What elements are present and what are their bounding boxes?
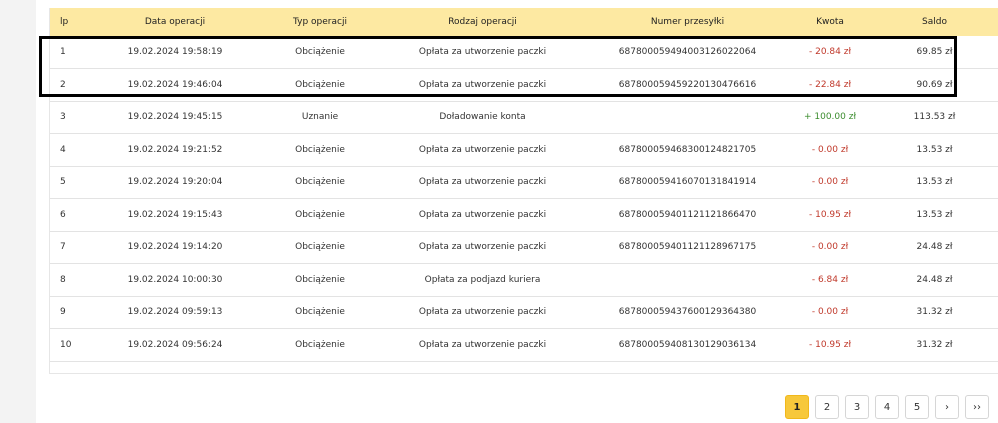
cell-kind: Opłata za utworzenie paczki	[418, 79, 547, 90]
cell-date: 19.02.2024 19:20:04	[127, 177, 223, 188]
cell-kind: Opłata za utworzenie paczki	[418, 209, 547, 220]
cell-amount: - 22.84 zł	[808, 79, 852, 90]
header-lp[interactable]: lp	[50, 8, 90, 36]
cell-lp: 4	[60, 144, 66, 155]
cell-amount: - 0.00 zł	[811, 177, 849, 188]
cell-amount: - 0.00 zł	[811, 144, 849, 155]
cell-type: Obciążenie	[295, 177, 345, 188]
cell-balance: 31.32 zł	[916, 339, 953, 350]
cell-kind: Opłata za utworzenie paczki	[418, 177, 547, 188]
header-amount[interactable]: Kwota	[790, 8, 870, 36]
cell-date: 19.02.2024 09:56:24	[127, 339, 223, 350]
header-tracking[interactable]: Numer przesyłki	[585, 8, 790, 36]
header-date[interactable]: Data operacji	[90, 8, 260, 36]
cell-kind: Doładowanie konta	[439, 112, 526, 123]
table-row[interactable]: 5 19.02.2024 19:20:04 Obciążenie Opłata za …	[50, 166, 998, 199]
cell-kind: Opłata za utworzenie paczki	[418, 144, 547, 155]
cell-tracking: 687800059401121121866470	[618, 209, 757, 220]
cell-type: Obciążenie	[295, 339, 345, 350]
table-row[interactable]: 4 19.02.2024 19:21:52 Obciążenie Opłata za …	[50, 134, 998, 166]
table-row[interactable]: 1 19.02.2024 19:58:19 Obciążenie Opłata za …	[50, 36, 998, 69]
cell-amount: - 10.95 zł	[808, 209, 852, 220]
cell-tracking: 687800059459220130476616	[618, 79, 757, 90]
cell-balance: 24.48 zł	[916, 242, 953, 253]
cell-amount: - 0.00 zł	[811, 242, 849, 253]
cell-amount: - 6.84 zł	[811, 274, 849, 285]
table-row[interactable]: 3 19.02.2024 19:45:15 Uznanie Doładowanie k…	[50, 101, 998, 134]
cell-type: Uznanie	[301, 112, 339, 123]
cell-kind: Opłata za utworzenie paczki	[418, 307, 547, 318]
cell-kind: Opłata za utworzenie paczki	[418, 242, 547, 253]
page-button-3[interactable]: 3	[845, 395, 869, 419]
table-header-row: lp Data operacji Typ operacji Rodzaj ope…	[50, 8, 998, 36]
next-page-button[interactable]: ›	[935, 395, 959, 419]
table-row[interactable]: 8 19.02.2024 10:00:30 Obciążenie Opłata za …	[50, 264, 998, 297]
table-body: 1 19.02.2024 19:58:19 Obciążenie Opłata za …	[50, 36, 998, 361]
cell-amount: - 0.00 zł	[811, 307, 849, 318]
cell-lp: 10	[60, 339, 72, 350]
cell-lp: 5	[60, 177, 66, 188]
cell-tracking: 687800059401121128967175	[618, 242, 757, 253]
cell-date: 19.02.2024 19:21:52	[127, 144, 223, 155]
cell-date: 19.02.2024 19:58:19	[127, 47, 223, 57]
cell-balance: 13.53 zł	[916, 144, 953, 155]
page-button-1[interactable]: 1	[785, 395, 809, 419]
cell-amount: - 10.95 zł	[808, 339, 852, 350]
cell-kind: Opłata za utworzenie paczki	[418, 339, 547, 350]
cell-type: Obciążenie	[295, 47, 345, 57]
cell-balance: 13.53 zł	[916, 177, 953, 188]
page-button-2[interactable]: 2	[815, 395, 839, 419]
page-button-5[interactable]: 5	[905, 395, 929, 419]
table-row[interactable]: 9 19.02.2024 09:59:13 Obciążenie Opłata za …	[50, 296, 998, 329]
cell-date: 19.02.2024 19:14:20	[127, 242, 223, 253]
cell-tracking	[585, 101, 790, 134]
cell-type: Obciążenie	[295, 242, 345, 253]
cell-type: Obciążenie	[295, 274, 345, 285]
cell-lp: 9	[60, 307, 66, 318]
cell-balance: 13.53 zł	[916, 209, 953, 220]
cell-lp: 6	[60, 209, 66, 220]
table-row[interactable]: 10 19.02.2024 09:56:24 Obciążenie Opłata za…	[50, 329, 998, 361]
cell-type: Obciążenie	[295, 79, 345, 90]
cell-lp: 3	[60, 112, 66, 123]
cell-tracking: 687800059416070131841914	[618, 177, 757, 188]
cell-amount: - 20.84 zł	[808, 47, 852, 57]
table-row[interactable]: 6 19.02.2024 19:15:43 Obciążenie Opłata za …	[50, 199, 998, 231]
header-balance[interactable]: Saldo	[870, 8, 998, 36]
table-row[interactable]: 2 19.02.2024 19:46:04 Obciążenie Opłata za …	[50, 69, 998, 101]
last-page-button[interactable]: ››	[965, 395, 989, 419]
cell-date: 19.02.2024 19:45:15	[127, 112, 223, 123]
cell-kind: Opłata za utworzenie paczki	[418, 47, 547, 57]
cell-balance: 31.32 zł	[916, 307, 953, 318]
pagination: 1 2 3 4 5 › ››	[785, 395, 989, 419]
cell-tracking: 687800059437600129364380	[618, 307, 757, 318]
cell-tracking	[585, 264, 790, 297]
cell-type: Obciążenie	[295, 209, 345, 220]
cell-tracking: 687800059408130129036134	[618, 339, 757, 350]
operations-table: lp Data operacji Typ operacji Rodzaj ope…	[50, 8, 998, 362]
cell-date: 19.02.2024 09:59:13	[127, 307, 223, 318]
header-kind[interactable]: Rodzaj operacji	[380, 8, 585, 36]
cell-date: 19.02.2024 19:46:04	[127, 79, 223, 90]
table-row[interactable]: 7 19.02.2024 19:14:20 Obciążenie Opłata za …	[50, 231, 998, 264]
cell-balance: 69.85 zł	[916, 47, 953, 57]
cell-tracking: 687800059468300124821705	[618, 144, 757, 155]
cell-lp: 1	[60, 47, 66, 57]
cell-date: 19.02.2024 19:15:43	[127, 209, 223, 220]
cell-balance: 113.53 zł	[913, 112, 956, 123]
cell-type: Obciążenie	[295, 307, 345, 318]
cell-lp: 8	[60, 274, 66, 285]
cell-amount: + 100.00 zł	[803, 112, 857, 123]
operations-table-container: lp Data operacji Typ operacji Rodzaj ope…	[49, 8, 998, 374]
cell-lp: 2	[60, 79, 66, 90]
cell-balance: 24.48 zł	[916, 274, 953, 285]
header-type[interactable]: Typ operacji	[260, 8, 380, 36]
cell-lp: 7	[60, 242, 66, 253]
cell-date: 19.02.2024 10:00:30	[127, 274, 223, 285]
cell-type: Obciążenie	[295, 144, 345, 155]
cell-tracking: 687800059494003126022064	[618, 47, 757, 57]
cell-balance: 90.69 zł	[916, 79, 953, 90]
page-button-4[interactable]: 4	[875, 395, 899, 419]
cell-kind: Opłata za podjazd kuriera	[424, 274, 541, 285]
